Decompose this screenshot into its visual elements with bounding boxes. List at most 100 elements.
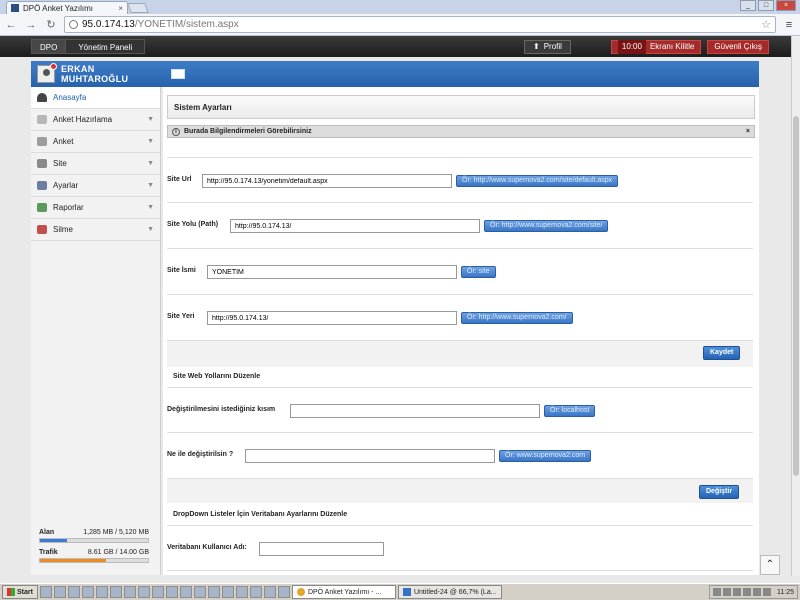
window-close-button[interactable]: × xyxy=(776,0,796,11)
lock-screen-button[interactable]: 10:00 Ekranı Kilitle xyxy=(610,39,702,54)
sidebar-item-site[interactable]: Site ▼ xyxy=(31,153,160,175)
folder-icon[interactable] xyxy=(171,69,185,79)
quicklaunch-icon[interactable] xyxy=(165,586,178,598)
scrollbar-thumb[interactable] xyxy=(793,116,799,476)
tray-icon[interactable] xyxy=(733,588,741,596)
tray-icon[interactable] xyxy=(713,588,721,596)
replace-with-row: Ne ile değiştirilsin ? Ör: www.supernova… xyxy=(167,433,753,479)
site-url-row: Site Url Ör: http://www.supernova2.com/s… xyxy=(167,157,753,203)
db-user-input[interactable] xyxy=(259,542,384,556)
profile-label: Profil xyxy=(543,41,562,51)
alan-progress-fill xyxy=(40,539,67,542)
sidebar-item-ayarlar[interactable]: Ayarlar ▼ xyxy=(31,175,160,197)
start-button[interactable]: Start xyxy=(2,585,38,599)
quicklaunch-icon[interactable] xyxy=(263,586,276,598)
browser-titlebar: DPÖ Anket Yazılımı × _ □ × xyxy=(0,0,800,14)
quicklaunch-icon[interactable] xyxy=(151,586,164,598)
tab-title: DPÖ Anket Yazılımı xyxy=(23,3,93,13)
wrench-menu-icon[interactable]: ≡ xyxy=(782,18,796,32)
browser-tab[interactable]: DPÖ Anket Yazılımı × xyxy=(6,1,128,14)
reload-icon[interactable]: ↻ xyxy=(44,18,58,32)
site-path-input[interactable] xyxy=(230,219,480,233)
minimize-button[interactable]: _ xyxy=(740,0,756,11)
quicklaunch-icon[interactable] xyxy=(249,586,262,598)
quicklaunch-icon[interactable] xyxy=(179,586,192,598)
quicklaunch-icon[interactable] xyxy=(193,586,206,598)
chevron-down-icon: ▼ xyxy=(147,226,154,233)
db-user-label: Veritabanı Kullanıcı Adı: xyxy=(167,544,247,551)
site-url-example-button[interactable]: Ör: http://www.supernova2.com/site/defau… xyxy=(456,175,619,187)
sidebar-item-label: Site xyxy=(53,159,67,168)
forward-arrow-icon[interactable]: → xyxy=(24,18,38,32)
taskbar-item-chrome[interactable]: DPÖ Anket Yazılımı - ... xyxy=(291,585,396,599)
quicklaunch-icon[interactable] xyxy=(235,586,248,598)
change-button[interactable]: Değiştir xyxy=(699,485,740,499)
site-name-label: Site İsmi xyxy=(167,267,196,274)
site-url-input[interactable] xyxy=(202,174,452,188)
globe-icon xyxy=(69,20,78,29)
chevron-down-icon: ▼ xyxy=(147,138,154,145)
tray-icon[interactable] xyxy=(753,588,761,596)
sidebar-item-anket-hazirlama[interactable]: Anket Hazırlama ▼ xyxy=(31,109,160,131)
sidebar-item-silme[interactable]: Silme ▼ xyxy=(31,219,160,241)
save-bar xyxy=(167,341,753,367)
system-tray: 11:25 xyxy=(709,585,798,599)
info-close-icon[interactable]: × xyxy=(746,128,750,135)
chevron-down-icon: ▼ xyxy=(147,182,154,189)
sidebar-item-anasayfa[interactable]: Anasayfa xyxy=(31,87,160,109)
info-bar: i Burada Bilgilendirmeleri Görebilirsini… xyxy=(167,125,755,138)
change-part-example-button[interactable]: Ör: localhost xyxy=(544,405,596,417)
change-part-input[interactable] xyxy=(290,404,540,418)
profile-button[interactable]: ⬆ Profil xyxy=(523,39,571,54)
site-location-input[interactable] xyxy=(207,311,457,325)
site-name-example-button[interactable]: Ör: site xyxy=(461,266,496,278)
page-scrollbar[interactable] xyxy=(791,36,800,576)
tray-icon[interactable] xyxy=(763,588,771,596)
chevron-down-icon: ▼ xyxy=(147,116,154,123)
page-title: Sistem Ayarları xyxy=(167,95,755,119)
new-tab-button[interactable] xyxy=(127,3,149,13)
tray-icon[interactable] xyxy=(723,588,731,596)
quicklaunch-icon[interactable] xyxy=(109,586,122,598)
address-bar[interactable]: 95.0.174.13/YONETIM/sistem.aspx ☆ xyxy=(64,16,776,33)
logout-button[interactable]: Güvenli Çıkış xyxy=(707,39,769,54)
replace-with-label: Ne ile değiştirilsin ? xyxy=(167,451,234,458)
avatar[interactable] xyxy=(37,63,57,83)
scroll-to-top-button[interactable]: ⌃ xyxy=(760,555,780,575)
replace-with-example-button[interactable]: Ör: www.supernova2.com xyxy=(499,450,592,462)
quicklaunch-icon[interactable] xyxy=(53,586,66,598)
site-location-example-button[interactable]: Ör: http://www.supernova2.com/ xyxy=(461,312,573,324)
quicklaunch-icon[interactable] xyxy=(123,586,136,598)
replace-with-input[interactable] xyxy=(245,449,495,463)
quicklaunch-icon[interactable] xyxy=(277,586,290,598)
quicklaunch-icon[interactable] xyxy=(39,586,52,598)
quicklaunch-icon[interactable] xyxy=(95,586,108,598)
back-arrow-icon[interactable]: ← xyxy=(4,18,18,32)
site-path-example-button[interactable]: Ör: http://www.supernova2.com/site/ xyxy=(484,220,609,232)
profile-icon: ⬆ xyxy=(532,41,540,51)
quicklaunch-icon[interactable] xyxy=(207,586,220,598)
sidebar-item-label: Anket xyxy=(53,137,74,146)
quicklaunch-icon[interactable] xyxy=(221,586,234,598)
save-button[interactable]: Kaydet xyxy=(703,346,741,360)
quicklaunch-icon[interactable] xyxy=(137,586,150,598)
taskbar-item-label: DPÖ Anket Yazılımı - ... xyxy=(307,588,382,596)
breadcrumb-root[interactable]: DPO xyxy=(31,39,67,54)
report-icon xyxy=(37,203,47,212)
site-name-input[interactable] xyxy=(207,265,457,279)
taskbar-item-photoshop[interactable]: Untitled-24 @ 66,7% (La... xyxy=(397,585,502,599)
window-controls: _ □ × xyxy=(740,0,796,11)
start-label: Start xyxy=(17,588,33,596)
sidebar-item-raporlar[interactable]: Raporlar ▼ xyxy=(31,197,160,219)
bookmark-star-icon[interactable]: ☆ xyxy=(761,18,771,31)
sidebar-item-anket[interactable]: Anket ▼ xyxy=(31,131,160,153)
maximize-button[interactable]: □ xyxy=(758,0,774,11)
tab-close-icon[interactable]: × xyxy=(118,4,123,13)
quicklaunch-icon[interactable] xyxy=(67,586,80,598)
quicklaunch-icon[interactable] xyxy=(81,586,94,598)
site-path-row: Site Yolu (Path) Ör: http://www.supernov… xyxy=(167,203,753,249)
sidebar-item-label: Anasayfa xyxy=(53,93,87,102)
tray-icon[interactable] xyxy=(743,588,751,596)
breadcrumb-current[interactable]: Yönetim Paneli xyxy=(66,39,146,54)
url-host: 95.0.174.13 xyxy=(82,19,135,30)
